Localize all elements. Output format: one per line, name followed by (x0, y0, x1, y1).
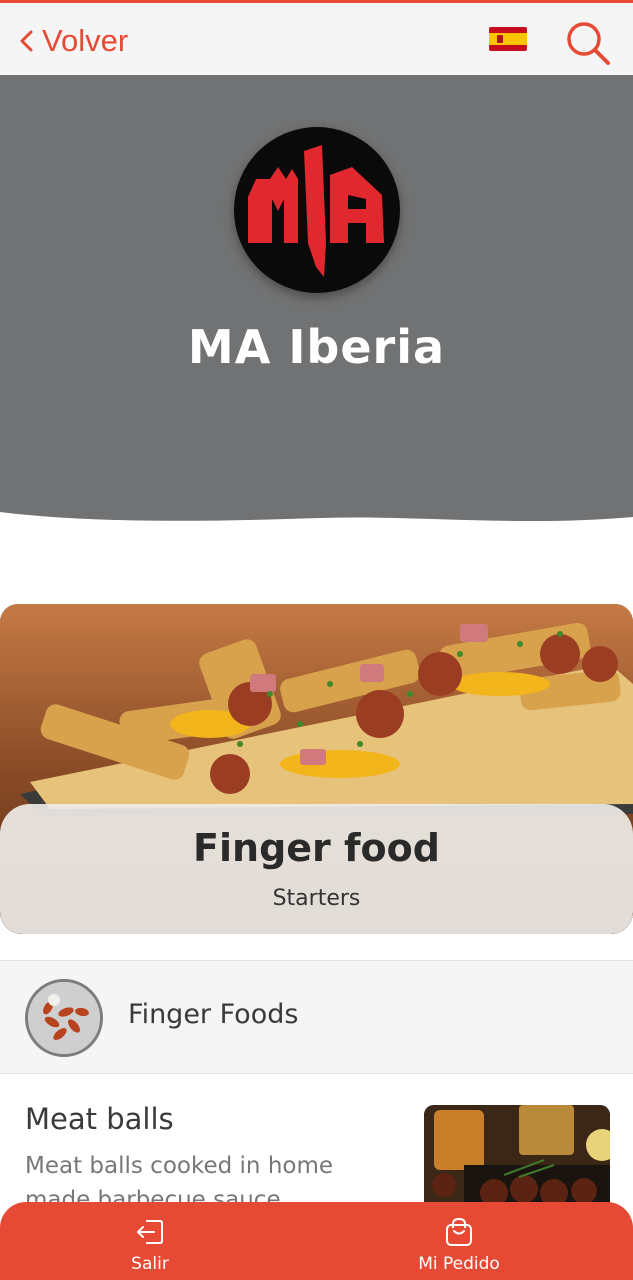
section-label: Finger Foods (128, 999, 299, 1030)
section-thumbnail (25, 979, 103, 1057)
chevron-left-icon (20, 30, 33, 52)
top-bar: Volver (0, 0, 633, 75)
search-icon[interactable] (564, 19, 612, 67)
category-title: Finger food (193, 826, 440, 870)
category-banner-caption: Finger food Starters (0, 804, 633, 934)
my-order-button[interactable]: Mi Pedido (379, 1202, 539, 1280)
category-banner[interactable]: Finger food Starters (0, 604, 633, 934)
back-label: Volver (42, 23, 129, 58)
bottom-navigation: Salir Mi Pedido (0, 1202, 633, 1280)
shopping-bag-icon (446, 1217, 472, 1246)
back-button[interactable]: Volver (16, 23, 128, 59)
restaurant-name: MA Iberia (187, 320, 446, 374)
menu-item[interactable]: Meat balls Meat balls cooked in home mad… (0, 1075, 633, 1215)
ma-iberia-logo (248, 145, 384, 277)
exit-button[interactable]: Salir (70, 1202, 230, 1280)
exit-icon (137, 1220, 163, 1244)
menu-item-image (424, 1105, 610, 1215)
my-order-label: Mi Pedido (418, 1254, 500, 1274)
spain-flag-icon[interactable] (489, 27, 527, 51)
section-header-finger-foods[interactable]: Finger Foods (0, 960, 633, 1074)
exit-label: Salir (131, 1254, 169, 1274)
category-subtitle: Starters (272, 886, 361, 911)
menu-item-title: Meat balls (25, 1102, 174, 1136)
restaurant-logo (234, 127, 400, 293)
restaurant-header: MA Iberia (0, 75, 633, 535)
